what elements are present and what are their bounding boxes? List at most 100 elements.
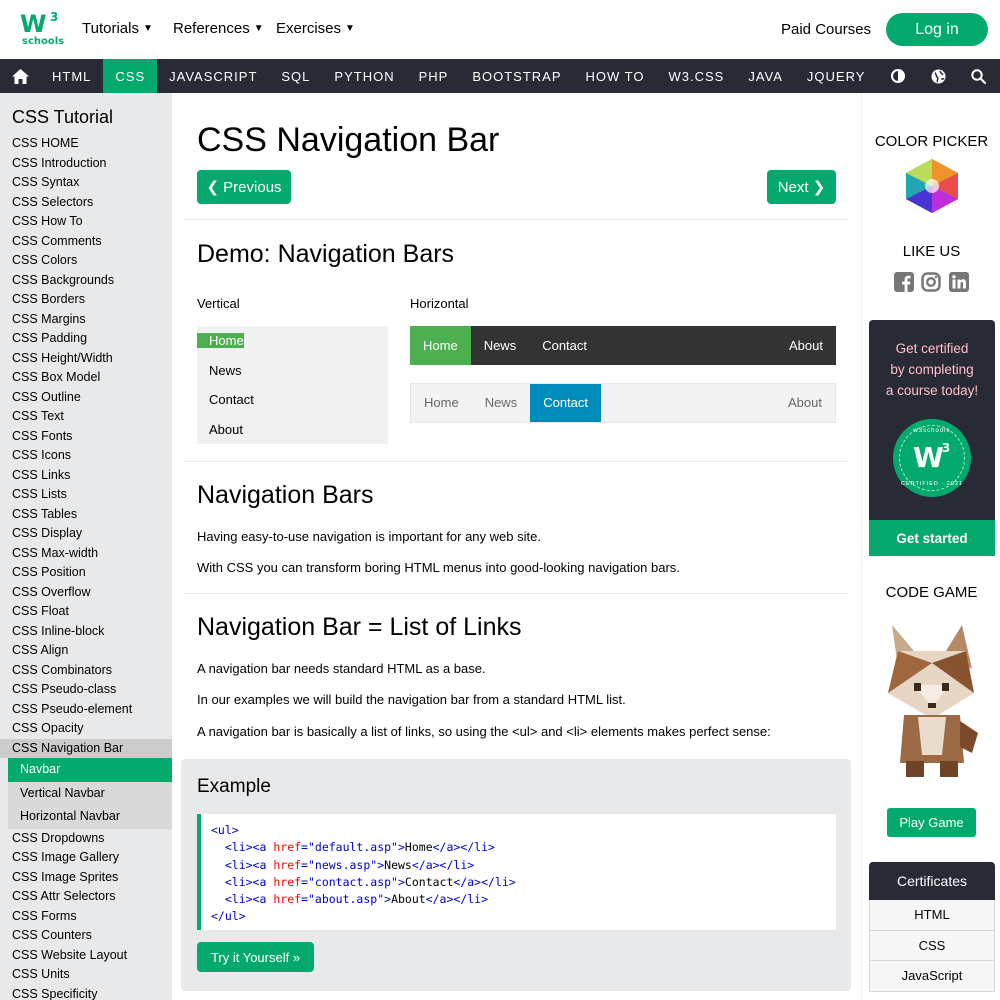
sidebar-item-css-counters[interactable]: CSS Counters [0,926,172,946]
sidebar-item-css-icons[interactable]: CSS Icons [0,446,172,466]
sidebar-item-css-navigation-bar[interactable]: CSS Navigation Bar [0,738,172,758]
paid-courses-link[interactable]: Paid Courses [781,21,871,38]
instagram-link[interactable] [921,272,941,297]
sidebar-item-css-inline-block[interactable]: CSS Inline-block [0,622,172,642]
demo-hnav2-about[interactable]: About [775,384,835,422]
sidebar-item-css-outline[interactable]: CSS Outline [0,388,172,408]
certificate-css[interactable]: CSS [869,930,995,961]
demo-vnav-home[interactable]: Home [197,333,244,348]
nav-bootstrap[interactable]: BOOTSTRAP [460,59,573,93]
try-it-yourself-button[interactable]: Try it Yourself » [197,942,314,972]
sidebar-item-css-combinators[interactable]: CSS Combinators [0,661,172,681]
sidebar-item-css-margins[interactable]: CSS Margins [0,310,172,330]
sidebar-item-css-image-sprites[interactable]: CSS Image Sprites [0,868,172,888]
sidebar-item-css-text[interactable]: CSS Text [0,407,172,427]
demo-hnav2-home[interactable]: Home [411,384,472,422]
code-attr-value: ="news.asp" [301,857,378,872]
caret-down-icon: ▼ [253,23,264,34]
language-button[interactable] [918,59,958,93]
sidebar-item-css-tables[interactable]: CSS Tables [0,505,172,525]
sidebar-item-css-forms[interactable]: CSS Forms [0,907,172,927]
sidebar-item-css-syntax[interactable]: CSS Syntax [0,173,172,193]
sidebar-item-css-opacity[interactable]: CSS Opacity [0,719,172,739]
code-tag: <li><a [224,892,267,907]
color-picker-link[interactable] [901,157,963,215]
demo-hnav1-about[interactable]: About [776,326,836,365]
sidebar-item-css-selectors[interactable]: CSS Selectors [0,193,172,213]
code-tag: <li><a [224,857,267,872]
sidebar-item-css-backgrounds[interactable]: CSS Backgrounds [0,271,172,291]
sidebar-item-css-website-layout[interactable]: CSS Website Layout [0,946,172,966]
nav-w3css[interactable]: W3.CSS [656,59,736,93]
page-title: CSS Navigation Bar [197,121,500,159]
demo-hnav1-home[interactable]: Home [410,326,471,365]
demo-hnav1-news[interactable]: News [471,326,530,365]
nav-how-to[interactable]: HOW TO [574,59,657,93]
sidebar-item-css-max-width[interactable]: CSS Max-width [0,544,172,564]
nav-javascript[interactable]: JAVASCRIPT [157,59,269,93]
dark-mode-button[interactable] [878,59,918,93]
search-button[interactable] [958,59,998,93]
sidebar-item-css-position[interactable]: CSS Position [0,563,172,583]
sidebar-item-css-box-model[interactable]: CSS Box Model [0,368,172,388]
nav-html[interactable]: HTML [40,59,103,93]
linkedin-link[interactable] [949,272,969,297]
sidebar-item-css-pseudo-class[interactable]: CSS Pseudo-class [0,680,172,700]
nav-css[interactable]: CSS [103,59,158,93]
sidebar-item-css-colors[interactable]: CSS Colors [0,251,172,271]
nav-python[interactable]: PYTHON [322,59,406,93]
sidebar-item-css-display[interactable]: CSS Display [0,524,172,544]
tutorials-menu[interactable]: Tutorials ▼ [82,20,153,37]
sidebar-subitem-vertical-navbar[interactable]: Vertical Navbar [8,781,172,805]
play-game-button[interactable]: Play Game [887,808,976,837]
exercises-menu[interactable]: Exercises ▼ [276,20,355,37]
login-button[interactable]: Log in [886,13,988,46]
demo-hnav2-news[interactable]: News [472,384,531,422]
sidebar-item-css-float[interactable]: CSS Float [0,602,172,622]
references-menu[interactable]: References ▼ [173,20,264,37]
certificate-javascript[interactable]: JavaScript [869,961,995,992]
sidebar-item-css-introduction[interactable]: CSS Introduction [0,154,172,174]
sidebar-subitem-horizontal-navbar[interactable]: Horizontal Navbar [8,805,172,829]
sidebar-item-css-height-width[interactable]: CSS Height/Width [0,349,172,369]
sidebar-item-css-attr-selectors[interactable]: CSS Attr Selectors [0,887,172,907]
facebook-link[interactable] [894,272,914,297]
sidebar-item-css-padding[interactable]: CSS Padding [0,329,172,349]
nav-jquery[interactable]: JQUERY [795,59,878,93]
certificate-html[interactable]: HTML [869,900,995,931]
demo-vnav-news[interactable]: News [197,356,388,386]
demo-vnav-contact[interactable]: Contact [197,385,388,415]
logo-sub: schools [22,36,65,47]
sidebar-item-css-pseudo-element[interactable]: CSS Pseudo-element [0,700,172,720]
demo-hnav2-contact[interactable]: Contact [530,384,602,422]
demo-hnav1-contact[interactable]: Contact [529,326,600,365]
sidebar-item-css-links[interactable]: CSS Links [0,466,172,486]
nav-php[interactable]: PHP [407,59,461,93]
sidebar-item-css-fonts[interactable]: CSS Fonts [0,427,172,447]
top-header: W 3 schools Tutorials ▼ References ▼ Exerc… [0,0,1000,59]
sidebar-item-css-units[interactable]: CSS Units [0,965,172,985]
next-button[interactable]: Next ❯ [767,170,836,204]
sidebar-item-css-borders[interactable]: CSS Borders [0,290,172,310]
nav-sql[interactable]: SQL [269,59,322,93]
cert-line: Get certified [895,341,969,356]
demo-vnav-about[interactable]: About [197,415,388,445]
instagram-icon [921,272,941,292]
sidebar-item-css-image-gallery[interactable]: CSS Image Gallery [0,848,172,868]
get-started-button[interactable]: Get started [869,520,995,556]
sidebar-item-css-align[interactable]: CSS Align [0,641,172,661]
sidebar-item-css-how-to[interactable]: CSS How To [0,212,172,232]
previous-button[interactable]: ❮ Previous [197,170,291,204]
code-attr-name: href [273,840,302,855]
sidebar-item-css-home[interactable]: CSS HOME [0,134,172,154]
nav-java[interactable]: JAVA [736,59,795,93]
sidebar-item-css-lists[interactable]: CSS Lists [0,485,172,505]
sidebar-subitem-navbar[interactable]: Navbar [8,758,172,782]
w3schools-logo[interactable]: W 3 schools [20,10,64,48]
sidebar-item-css-dropdowns[interactable]: CSS Dropdowns [0,829,172,849]
home-button[interactable] [0,59,40,93]
sidebar-item-css-specificity[interactable]: CSS Specificity [0,985,172,1000]
sidebar-item-css-comments[interactable]: CSS Comments [0,232,172,252]
code-tag: </a></li> [425,892,489,907]
sidebar-item-css-overflow[interactable]: CSS Overflow [0,583,172,603]
